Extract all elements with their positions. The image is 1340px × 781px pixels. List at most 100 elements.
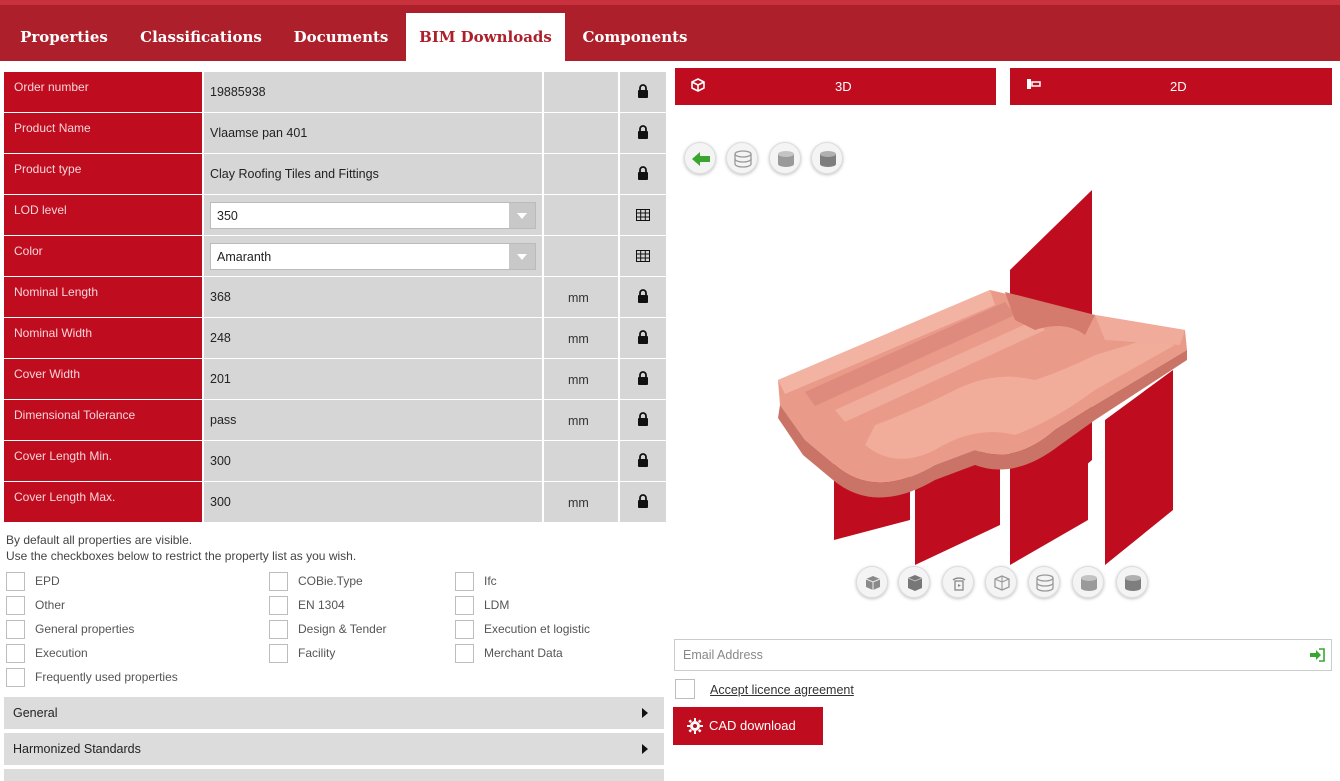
- table-icon[interactable]: [636, 209, 650, 221]
- property-unit: mm: [544, 482, 618, 522]
- shaded-icon: [820, 151, 836, 167]
- tab-bar: Properties Classifications Documents BIM…: [0, 0, 1340, 66]
- shaded-button[interactable]: [811, 142, 843, 174]
- back-button[interactable]: [684, 142, 716, 174]
- solid-button[interactable]: [769, 142, 801, 174]
- tab-classifications[interactable]: Classifications: [130, 13, 272, 61]
- lock-cell: [620, 400, 666, 440]
- property-label: Cover Width: [4, 359, 202, 399]
- checkbox[interactable]: [455, 620, 474, 639]
- property-unit: [544, 72, 618, 112]
- section-general[interactable]: General: [4, 697, 664, 729]
- lod-level-select[interactable]: 350: [210, 202, 536, 229]
- lock-cell: [620, 359, 666, 399]
- cube-icon: [907, 575, 923, 591]
- lock-icon: [638, 289, 648, 303]
- property-row: Color Amaranth: [4, 236, 666, 277]
- chevron-down-icon[interactable]: [509, 203, 535, 228]
- lock-icon: [638, 371, 648, 385]
- property-row: Cover Width 201 mm: [4, 359, 666, 400]
- lock-cell: [620, 318, 666, 358]
- checkbox-label: Merchant Data: [484, 646, 563, 660]
- checkbox[interactable]: [6, 572, 25, 591]
- property-value: 201: [204, 359, 542, 399]
- checkbox[interactable]: [269, 596, 288, 615]
- property-row: LOD level 350: [4, 195, 666, 236]
- property-row: Order number 19885938: [4, 72, 666, 113]
- wireframe-button[interactable]: [726, 142, 758, 174]
- lock-icon: [638, 330, 648, 344]
- lod-level-value: 350: [217, 209, 238, 223]
- checkbox-label: General properties: [35, 622, 135, 636]
- checkbox[interactable]: [6, 596, 25, 615]
- property-label: Product Name: [4, 113, 202, 153]
- lock-cell: [620, 154, 666, 194]
- property-value: 300: [204, 441, 542, 481]
- checkbox[interactable]: [6, 668, 25, 687]
- property-value: 350: [204, 195, 542, 235]
- tab-bim-downloads[interactable]: BIM Downloads: [406, 13, 565, 66]
- wireframe-button[interactable]: [1028, 566, 1060, 598]
- table-cell[interactable]: [620, 195, 666, 235]
- view-3d-label: 3D: [835, 79, 852, 94]
- view-2d-button[interactable]: 2D: [1010, 68, 1332, 105]
- property-unit: mm: [544, 277, 618, 317]
- submit-arrow-icon[interactable]: [1309, 648, 1325, 662]
- accept-licence-checkbox[interactable]: [675, 679, 695, 699]
- chevron-down-icon[interactable]: [509, 244, 535, 269]
- property-row: Cover Length Max. 300 mm: [4, 482, 666, 523]
- property-label: Nominal Width: [4, 318, 202, 358]
- table-icon[interactable]: [636, 250, 650, 262]
- property-value: Clay Roofing Tiles and Fittings: [204, 154, 542, 194]
- tab-documents[interactable]: Documents: [282, 13, 400, 61]
- view-3d-button[interactable]: 3D: [675, 68, 996, 105]
- checkbox[interactable]: [269, 644, 288, 663]
- checkbox[interactable]: [6, 644, 25, 663]
- cad-download-button[interactable]: CAD download: [673, 707, 823, 745]
- filter-note-line-1: By default all properties are visible.: [6, 533, 193, 547]
- model-3d-view[interactable]: [675, 180, 1332, 580]
- section-label: Harmonized Standards: [13, 742, 141, 756]
- rotate-icon: [952, 577, 966, 591]
- property-value: 368: [204, 277, 542, 317]
- lock-icon: [638, 125, 648, 139]
- checkbox[interactable]: [269, 620, 288, 639]
- email-input[interactable]: [675, 640, 1295, 670]
- checkbox-label: EPD: [35, 574, 60, 588]
- checkbox[interactable]: [455, 644, 474, 663]
- color-select[interactable]: Amaranth: [210, 243, 536, 270]
- cube-view-button[interactable]: [898, 566, 930, 598]
- property-unit: mm: [544, 400, 618, 440]
- checkbox[interactable]: [455, 596, 474, 615]
- chevron-right-icon: [642, 744, 648, 754]
- property-row: Nominal Length 368 mm: [4, 277, 666, 318]
- lock-icon: [638, 453, 648, 467]
- rotate-button[interactable]: [942, 566, 974, 598]
- section-harmonized-standards[interactable]: Harmonized Standards: [4, 733, 664, 765]
- property-unit: [544, 113, 618, 153]
- email-field[interactable]: [674, 639, 1332, 671]
- property-table: Order number 19885938 Product Name Vlaam…: [4, 72, 666, 523]
- accept-licence-link[interactable]: Accept licence agreement: [710, 683, 854, 697]
- table-cell[interactable]: [620, 236, 666, 276]
- tab-properties[interactable]: Properties: [8, 13, 120, 61]
- property-unit: [544, 441, 618, 481]
- property-value: Amaranth: [204, 236, 542, 276]
- property-label: Color: [4, 236, 202, 276]
- section-partial[interactable]: [4, 769, 664, 781]
- checkbox-label: COBie.Type: [298, 574, 363, 588]
- shaded-button[interactable]: [1116, 566, 1148, 598]
- lock-cell: [620, 441, 666, 481]
- wireframe-icon: [734, 150, 752, 168]
- checkbox[interactable]: [269, 572, 288, 591]
- checkbox[interactable]: [455, 572, 474, 591]
- lock-cell: [620, 113, 666, 153]
- tab-components[interactable]: Components: [572, 13, 698, 61]
- solid-button[interactable]: [1072, 566, 1104, 598]
- checkbox[interactable]: [6, 620, 25, 639]
- box-view-button[interactable]: [985, 566, 1017, 598]
- solid-icon: [778, 151, 794, 167]
- property-label: Cover Length Min.: [4, 441, 202, 481]
- property-unit: mm: [544, 359, 618, 399]
- perspective-button[interactable]: [856, 566, 888, 598]
